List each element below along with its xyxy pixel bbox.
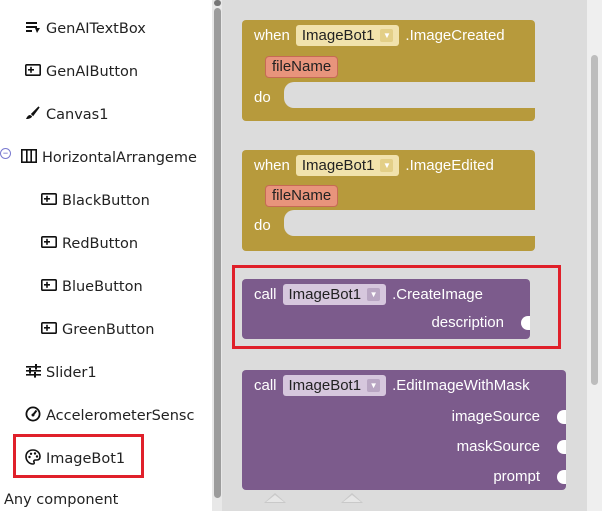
do-statement-slot	[284, 210, 535, 236]
tree-item-bluebutton[interactable]: BlueButton	[40, 272, 143, 298]
component-dropdown[interactable]: ImageBot1 ▼	[295, 154, 400, 176]
tree-item-accelerometersensor[interactable]: AccelerometerSensc	[24, 401, 194, 427]
button-icon	[40, 322, 58, 334]
tree-item-label: AccelerometerSensc	[46, 407, 195, 424]
param-filename[interactable]: fileName	[265, 56, 339, 78]
create-image-highlight	[232, 265, 561, 349]
selected-component-highlight	[13, 434, 144, 478]
tree-item-redbutton[interactable]: RedButton	[40, 229, 138, 255]
tree-item-label: GreenButton	[62, 321, 155, 338]
tree-item-label: BlackButton	[62, 192, 150, 209]
paintbrush-icon	[24, 106, 42, 120]
scrollbar-thumb[interactable]	[591, 55, 598, 385]
button-icon	[40, 193, 58, 205]
text-box-icon	[24, 21, 42, 33]
chevron-down-icon: ▼	[367, 378, 381, 392]
component-name: ImageBot1	[301, 156, 375, 174]
when-keyword: when	[254, 156, 290, 174]
tree-item-genaibutton[interactable]: GenAIButton	[24, 57, 138, 83]
collapse-triangle-icon	[264, 493, 286, 503]
tree-item-slider1[interactable]: Slider1	[24, 358, 97, 384]
tree-item-label: Canvas1	[46, 106, 109, 123]
tree-item-label: RedButton	[62, 235, 139, 252]
event-header: when ImageBot1 ▼ .ImageCreated	[242, 20, 505, 50]
tree-item-label: GenAIButton	[46, 63, 139, 80]
tree-item-genaitextbox[interactable]: GenAITextBox	[24, 14, 146, 40]
tree-scrollbar[interactable]	[212, 0, 222, 511]
call-block-edit-image-with-mask[interactable]: call ImageBot1 ▼ .EditImageWithMask imag…	[242, 370, 566, 490]
arg-imagesource: imageSource	[451, 408, 540, 425]
button-icon	[24, 64, 42, 76]
tree-item-label: Slider1	[46, 364, 97, 381]
collapse-triangle-icon	[341, 493, 363, 503]
tree-item-blackbutton[interactable]: BlackButton	[40, 186, 150, 212]
button-icon	[40, 236, 58, 248]
tree-item-label: GenAITextBox	[46, 20, 146, 37]
horizontal-arrangement-icon	[20, 149, 38, 163]
button-icon	[40, 279, 58, 291]
tree-item-label: HorizontalArrangeme	[42, 149, 197, 166]
component-name: ImageBot1	[301, 26, 375, 44]
tree-item-label: BlueButton	[62, 278, 143, 295]
arg-socket[interactable]	[557, 410, 566, 424]
call-keyword: call	[254, 376, 277, 394]
scrollbar-thumb[interactable]	[214, 8, 221, 498]
when-keyword: when	[254, 26, 290, 44]
arg-socket[interactable]	[557, 440, 566, 454]
event-name: .ImageCreated	[405, 26, 505, 44]
arg-masksource: maskSource	[456, 438, 540, 455]
gauge-icon	[24, 406, 42, 422]
tree-item-horizontalarrangement[interactable]: HorizontalArrangeme	[20, 143, 197, 169]
component-dropdown[interactable]: ImageBot1 ▼	[282, 374, 387, 396]
any-component-label: Any component	[4, 491, 119, 508]
event-block-image-created[interactable]: when ImageBot1 ▼ .ImageCreated fileName …	[242, 20, 535, 121]
tree-item-greenbutton[interactable]: GreenButton	[40, 315, 154, 341]
tree-item-canvas1[interactable]: Canvas1	[24, 100, 108, 126]
collapse-toggle[interactable]: −	[0, 148, 11, 159]
workspace-scrollbar[interactable]	[587, 0, 602, 511]
event-name: .ImageEdited	[405, 156, 494, 174]
method-name: .EditImageWithMask	[392, 376, 530, 394]
chevron-down-icon: ▼	[380, 28, 394, 42]
arg-prompt: prompt	[493, 468, 540, 485]
do-keyword: do	[254, 217, 271, 234]
any-component-item[interactable]: Any component	[4, 485, 118, 511]
component-name: ImageBot1	[288, 376, 362, 394]
slider-icon	[24, 364, 42, 378]
event-header: when ImageBot1 ▼ .ImageEdited	[242, 150, 494, 180]
blocks-workspace[interactable]: when ImageBot1 ▼ .ImageCreated fileName …	[222, 0, 602, 511]
do-keyword: do	[254, 89, 271, 106]
component-dropdown[interactable]: ImageBot1 ▼	[295, 24, 400, 46]
do-statement-slot	[284, 82, 535, 108]
arg-socket[interactable]	[557, 470, 566, 484]
event-block-image-edited[interactable]: when ImageBot1 ▼ .ImageEdited fileName d…	[242, 150, 535, 251]
chevron-down-icon: ▼	[380, 158, 394, 172]
param-filename[interactable]: fileName	[265, 185, 339, 207]
call-header: call ImageBot1 ▼ .EditImageWithMask	[242, 370, 530, 400]
scrollbar-tip	[214, 0, 221, 6]
